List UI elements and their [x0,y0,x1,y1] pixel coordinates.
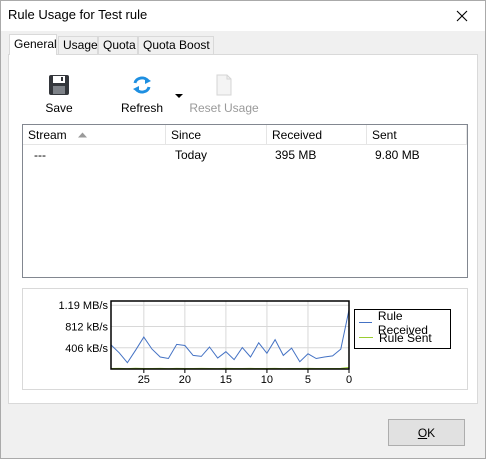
reset-usage-label: Reset Usage [189,101,259,115]
ok-label-suffix: K [427,425,436,440]
cell-since: Today [175,148,208,162]
tab-general[interactable]: General [9,34,57,55]
title-bar[interactable]: Rule Usage for Test rule [1,1,485,31]
y-tick-label: 406 kB/s [65,343,108,355]
usage-chart: 1.19 MB/s 812 kB/s 406 kB/s 25 20 15 10 5 0 Rule… [22,288,468,390]
legend-label-sent: Rule Sent [379,330,432,345]
close-button[interactable] [439,1,485,31]
tab-label: Usage [63,38,98,52]
plot-area [111,301,349,369]
tab-label: Quota Boost [143,38,210,52]
x-tick-label: 15 [220,374,232,386]
table-header: Stream Since Received Sent [23,125,467,145]
refresh-button[interactable]: Refresh [112,73,172,115]
column-header-stream[interactable]: Stream [23,125,166,145]
x-tick-label: 25 [138,374,150,386]
refresh-arrows-icon [133,76,151,94]
table-row[interactable]: --- Today 395 MB 9.80 MB [23,148,467,166]
cell-received: 395 MB [275,148,317,162]
save-label: Save [45,101,73,115]
column-header-since[interactable]: Since [166,125,267,145]
refresh-dropdown-button[interactable] [173,81,185,102]
column-header-sent[interactable]: Sent [367,125,467,145]
ok-button[interactable]: OK [388,419,465,446]
tab-quota[interactable]: Quota [98,36,138,54]
column-label: Stream [28,128,67,142]
blank-document-icon [216,74,232,96]
ok-label: OK [418,426,435,440]
x-tick-label: 20 [179,374,191,386]
x-tick-label: 5 [305,374,311,386]
close-icon [456,10,468,22]
tab-usage[interactable]: Usage [58,36,98,54]
usage-table[interactable]: Stream Since Received Sent --- Today 395… [22,124,468,278]
save-button[interactable]: Save [39,73,79,115]
x-tick-label: 10 [261,374,273,386]
ok-label-mnemonic: O [417,425,428,440]
cell-stream: --- [34,148,46,162]
legend-item-sent: Rule Sent [359,330,432,345]
column-label: Received [272,128,323,142]
tab-label: General [14,37,57,51]
x-tick-label: 0 [346,374,352,386]
reset-usage-button[interactable]: Reset Usage [189,73,259,115]
chart-legend: Rule Received Rule Sent [354,309,451,349]
general-tab-panel: Save Refresh Reset Usage Stream Since Re… [8,54,478,404]
tab-quota-boost[interactable]: Quota Boost [138,36,214,54]
window-title: Rule Usage for Test rule [8,7,148,22]
cell-sent: 9.80 MB [375,148,420,162]
sort-ascending-icon [78,132,88,138]
dropdown-arrow-icon [175,94,183,98]
tab-label: Quota [103,38,136,52]
column-header-received[interactable]: Received [267,125,367,145]
legend-swatch-received [359,322,372,323]
y-tick-label: 1.19 MB/s [58,300,108,312]
legend-swatch-sent [359,337,373,338]
y-tick-label: 812 kB/s [65,322,108,334]
column-label: Sent [372,128,397,142]
floppy-disk-icon [49,75,69,95]
rule-usage-window: Rule Usage for Test rule General Usage Q… [0,0,486,459]
column-label: Since [171,128,202,142]
refresh-label: Refresh [120,101,164,115]
legend-item-received: Rule Received [359,309,450,337]
